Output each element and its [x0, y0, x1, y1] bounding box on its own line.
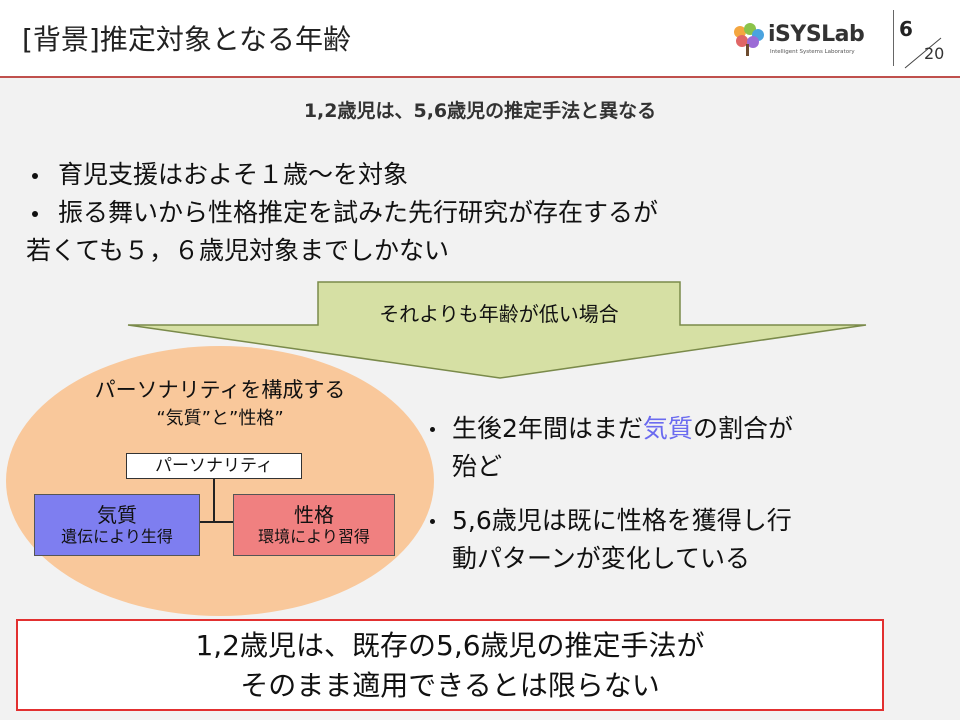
conclusion-line: そのまま適用できるとは限らない	[240, 669, 660, 702]
temperament-sub: 遺伝により生得	[61, 527, 173, 546]
conclusion-line: 1,2歳児は、既存の5,6歳児の推定手法が	[195, 629, 705, 662]
bullet-dot	[430, 427, 435, 432]
bullet-dot	[430, 519, 435, 524]
character-label: 性格	[294, 503, 334, 527]
bullet-line: 殆ど	[452, 452, 503, 481]
bullet-line: 生後2年間はまだ気質の割合が	[452, 410, 793, 448]
bullet-item: 生後2年間はまだ気質の割合が 殆ど	[430, 410, 793, 486]
bullet-text: の割合が	[692, 414, 793, 443]
temperament-box: 気質 遺伝により生得	[34, 494, 200, 556]
bullet-line: 動パターンが変化している	[452, 544, 751, 573]
bullet-text: 生後2年間はまだ	[452, 414, 643, 443]
highlight-text: 気質	[642, 414, 693, 443]
bullet-line: 5,6歳児は既に性格を獲得し行	[452, 506, 792, 535]
character-sub: 環境により習得	[258, 527, 370, 546]
temperament-label: 気質	[97, 503, 137, 527]
personality-root-box: パーソナリティ	[126, 453, 302, 479]
conclusion-box: 1,2歳児は、既存の5,6歳児の推定手法が そのまま適用できるとは限らない	[16, 619, 884, 711]
personality-tree-connector	[198, 478, 233, 523]
right-bullets: 生後2年間はまだ気質の割合が 殆ど 5,6歳児は既に性格を獲得し行 動パターンが…	[430, 410, 793, 578]
character-box: 性格 環境により習得	[233, 494, 395, 556]
bullet-item: 5,6歳児は既に性格を獲得し行 動パターンが変化している	[430, 502, 793, 578]
